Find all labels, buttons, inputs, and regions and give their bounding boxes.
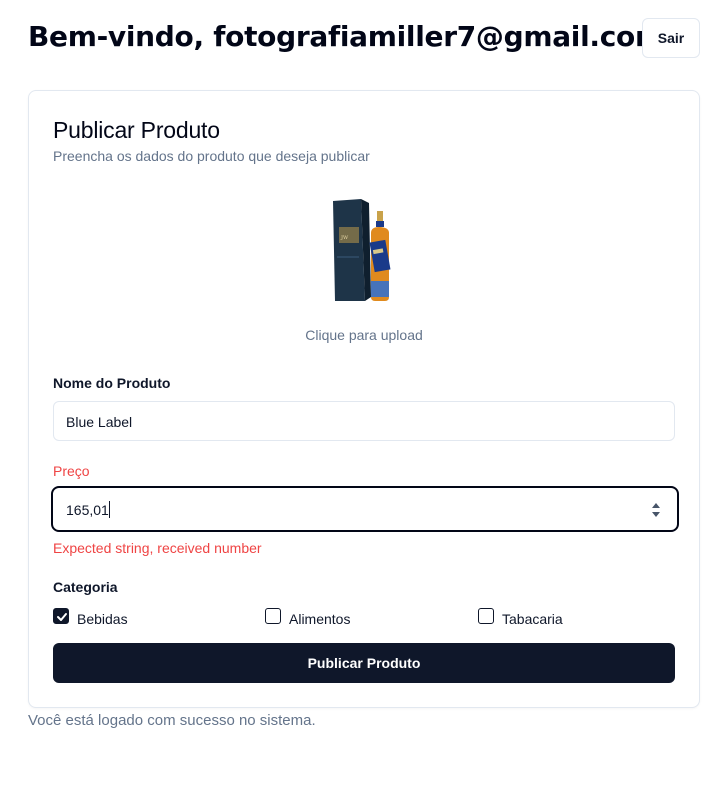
price-error-message: Expected string, received number xyxy=(53,540,262,556)
checkbox-unchecked[interactable] xyxy=(478,608,494,624)
product-name-label: Nome do Produto xyxy=(53,375,171,391)
price-value-wrap: 165,01 xyxy=(66,501,110,518)
login-status-message: Você está logado com sucesso no sistema. xyxy=(28,712,316,729)
svg-text:JW: JW xyxy=(340,235,349,241)
publish-product-button[interactable]: Publicar Produto xyxy=(53,643,675,683)
page-header: Bem-vindo, fotografiamiller7@gmail.com! … xyxy=(28,18,700,60)
checkbox-unchecked[interactable] xyxy=(265,608,281,624)
category-option-label: Tabacaria xyxy=(502,611,563,627)
card-title: Publicar Produto xyxy=(53,117,220,143)
category-label: Categoria xyxy=(53,579,118,595)
card-description: Preencha os dados do produto que deseja … xyxy=(53,148,370,164)
price-value: 165,01 xyxy=(66,502,109,518)
category-option-label: Alimentos xyxy=(289,611,351,627)
number-spinner-icon[interactable] xyxy=(651,502,661,518)
product-name-value: Blue Label xyxy=(66,414,133,430)
product-name-input[interactable]: Blue Label xyxy=(53,401,675,441)
upload-hint: Clique para upload xyxy=(305,327,423,343)
checkbox-checked[interactable] xyxy=(53,608,69,624)
logout-button[interactable]: Sair xyxy=(642,18,700,58)
price-input[interactable]: 165,01 xyxy=(51,486,679,532)
image-upload-area[interactable]: JW Clique para upload xyxy=(229,191,499,351)
check-icon xyxy=(57,613,67,621)
price-label: Preço xyxy=(53,463,90,479)
category-option-label: Bebidas xyxy=(77,611,128,627)
category-checkbox-group: Bebidas Alimentos Tabacaria xyxy=(53,608,675,628)
publish-product-card: Publicar Produto Preencha os dados do pr… xyxy=(28,90,700,708)
product-image: JW xyxy=(333,199,391,301)
text-caret xyxy=(108,501,110,518)
welcome-heading: Bem-vindo, fotografiamiller7@gmail.com! xyxy=(28,20,677,53)
